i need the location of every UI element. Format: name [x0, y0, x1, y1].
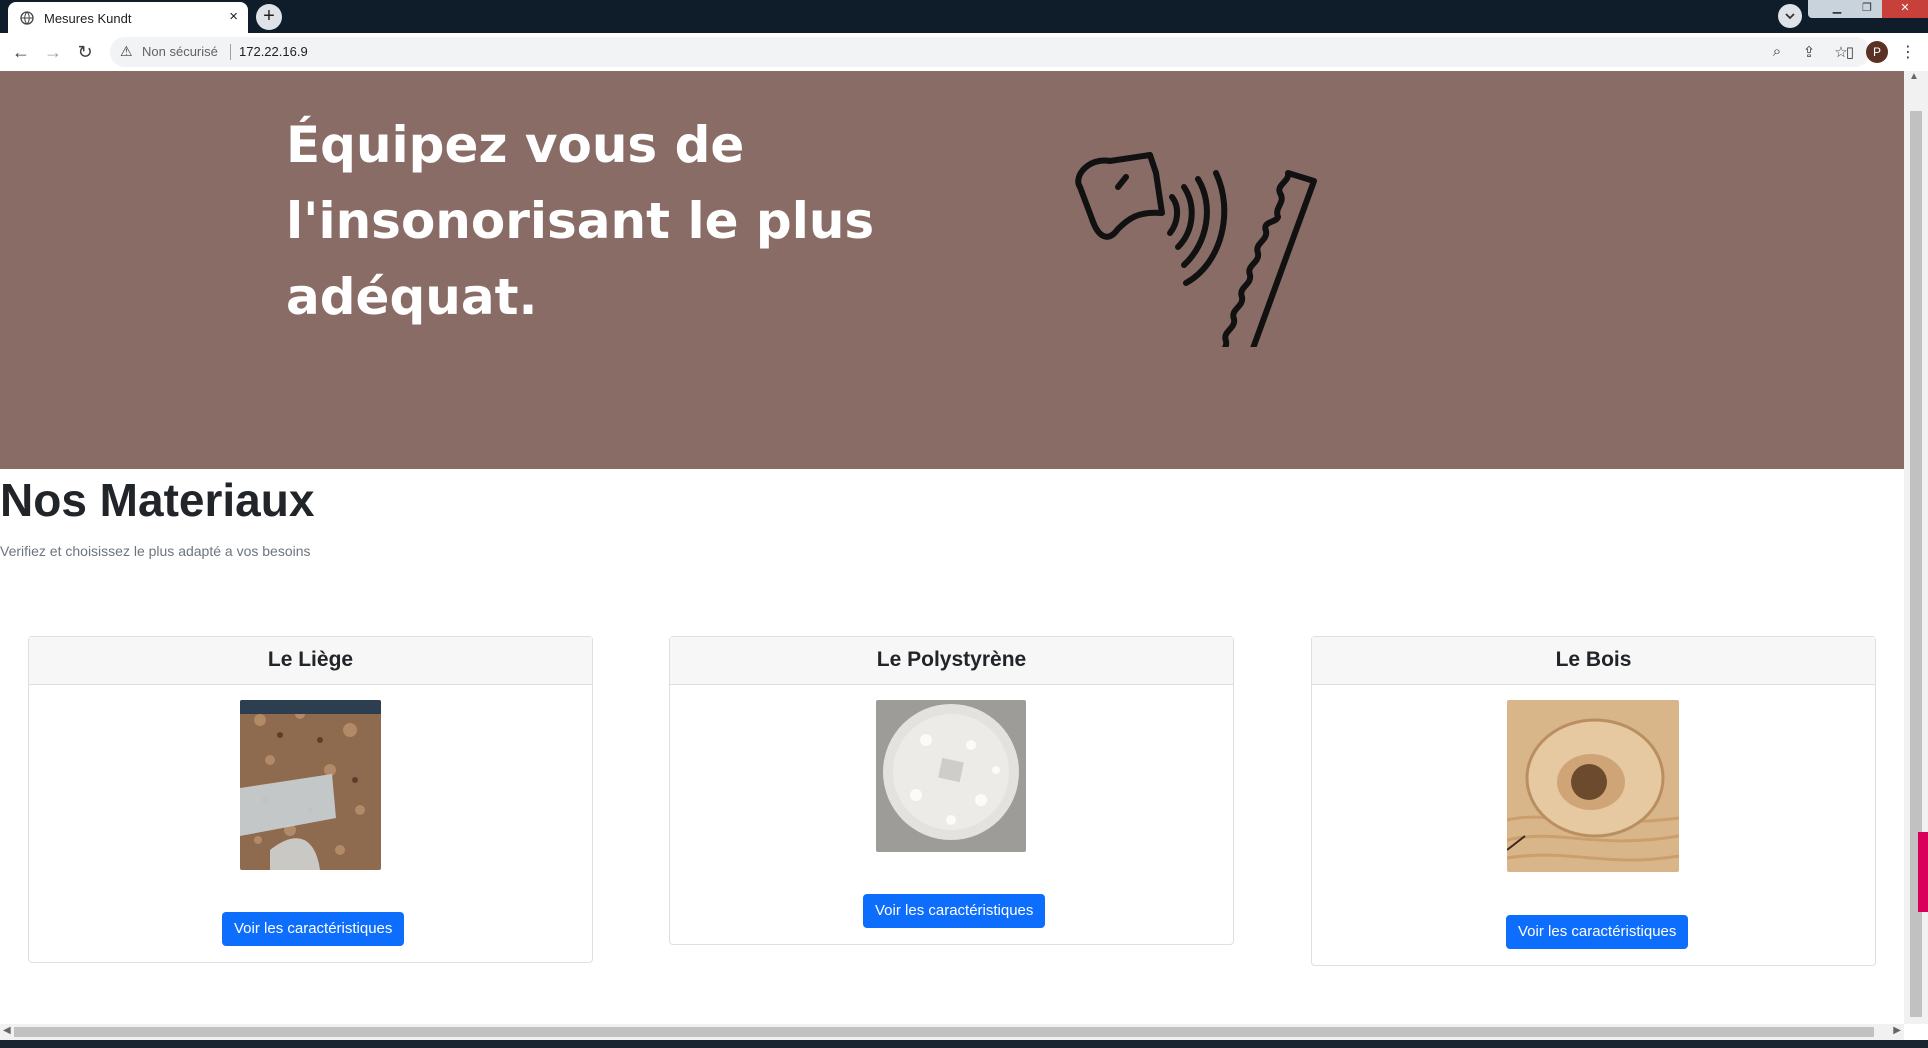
restore-button[interactable]: ❐ [1852, 0, 1882, 18]
window-controls: ▁ ❐ ✕ [1808, 0, 1928, 18]
scroll-right-icon[interactable]: ▶ [1893, 1025, 1901, 1036]
hero-title: Équipez vous de l'insonorisant le plus a… [286, 116, 875, 326]
horizontal-scroll-thumb[interactable] [14, 1027, 1874, 1037]
wood-image [1507, 700, 1679, 872]
tab-title: Mesures Kundt [44, 11, 132, 26]
scroll-left-icon[interactable]: ◀ [3, 1025, 11, 1036]
section-subtitle: Verifiez et choisissez le plus adapté a … [0, 543, 311, 559]
omnibox-actions: ⌕ ⇪ ☆ [1768, 43, 1850, 61]
card-title: Le Polystyrène [670, 637, 1233, 685]
toolbar-right: ▯ P ⋮ [1846, 41, 1916, 63]
see-characteristics-button[interactable]: Voir les caractéristiques [222, 912, 405, 946]
menu-kebab-icon[interactable]: ⋮ [1900, 42, 1916, 62]
horizontal-scrollbar[interactable]: ◀ ▶ [0, 1024, 1904, 1040]
new-tab-button[interactable]: + [256, 4, 282, 30]
forward-arrow-icon[interactable]: → [42, 41, 64, 63]
tab-search-button[interactable] [1778, 4, 1802, 28]
card-title: Le Liège [29, 637, 592, 685]
chevron-down-icon [1785, 13, 1795, 20]
os-taskbar [0, 1040, 1928, 1048]
separator [230, 44, 231, 60]
section-title: Nos Materiaux [0, 474, 315, 526]
url-text[interactable]: 172.22.16.9 [239, 44, 308, 59]
reload-icon[interactable]: ↻ [74, 41, 96, 63]
material-card-bois: Le Bois Voir les caractéristiques [1311, 636, 1876, 966]
side-marker [1918, 832, 1928, 912]
card-title: Le Bois [1312, 637, 1875, 685]
browser-toolbar: ← → ↻ ⚠ Non sécurisé 172.22.16.9 ⌕ ⇪ ☆ ▯… [0, 33, 1928, 72]
globe-icon [20, 11, 34, 25]
minimize-button[interactable]: ▁ [1822, 0, 1852, 18]
polystyrene-image [876, 700, 1026, 852]
address-bar[interactable]: ⚠ Non sécurisé 172.22.16.9 ⌕ ⇪ ☆ [110, 37, 1870, 67]
scroll-up-icon[interactable]: ▲ [1909, 71, 1919, 82]
share-icon[interactable]: ⇪ [1800, 43, 1818, 61]
security-label[interactable]: Non sécurisé [142, 44, 218, 59]
tab-strip: Mesures Kundt × + ▁ ❐ ✕ [0, 0, 1928, 33]
material-card-polystyrene: Le Polystyrène Voir les caractéristiques [669, 636, 1234, 945]
tab-close-icon[interactable]: × [229, 9, 238, 25]
see-characteristics-button[interactable]: Voir les caractéristiques [1506, 915, 1689, 949]
profile-avatar[interactable]: P [1866, 41, 1888, 63]
side-panel-icon[interactable]: ▯ [1846, 43, 1854, 61]
cork-image [240, 700, 381, 870]
page-viewport: Équipez vous de l'insonorisant le plus a… [0, 71, 1904, 1024]
back-arrow-icon[interactable]: ← [10, 41, 32, 63]
hero-banner: Équipez vous de l'insonorisant le plus a… [0, 71, 1904, 469]
zoom-icon[interactable]: ⌕ [1768, 43, 1786, 61]
warning-icon[interactable]: ⚠ [120, 43, 133, 60]
material-card-liege: Le Liège Voir les caractéristiques [28, 636, 593, 963]
see-characteristics-button[interactable]: Voir les caractéristiques [863, 894, 1046, 928]
active-tab[interactable]: Mesures Kundt × [8, 2, 248, 33]
speaker-sound-wall-icon [1075, 152, 1317, 347]
window-close-button[interactable]: ✕ [1882, 0, 1928, 18]
